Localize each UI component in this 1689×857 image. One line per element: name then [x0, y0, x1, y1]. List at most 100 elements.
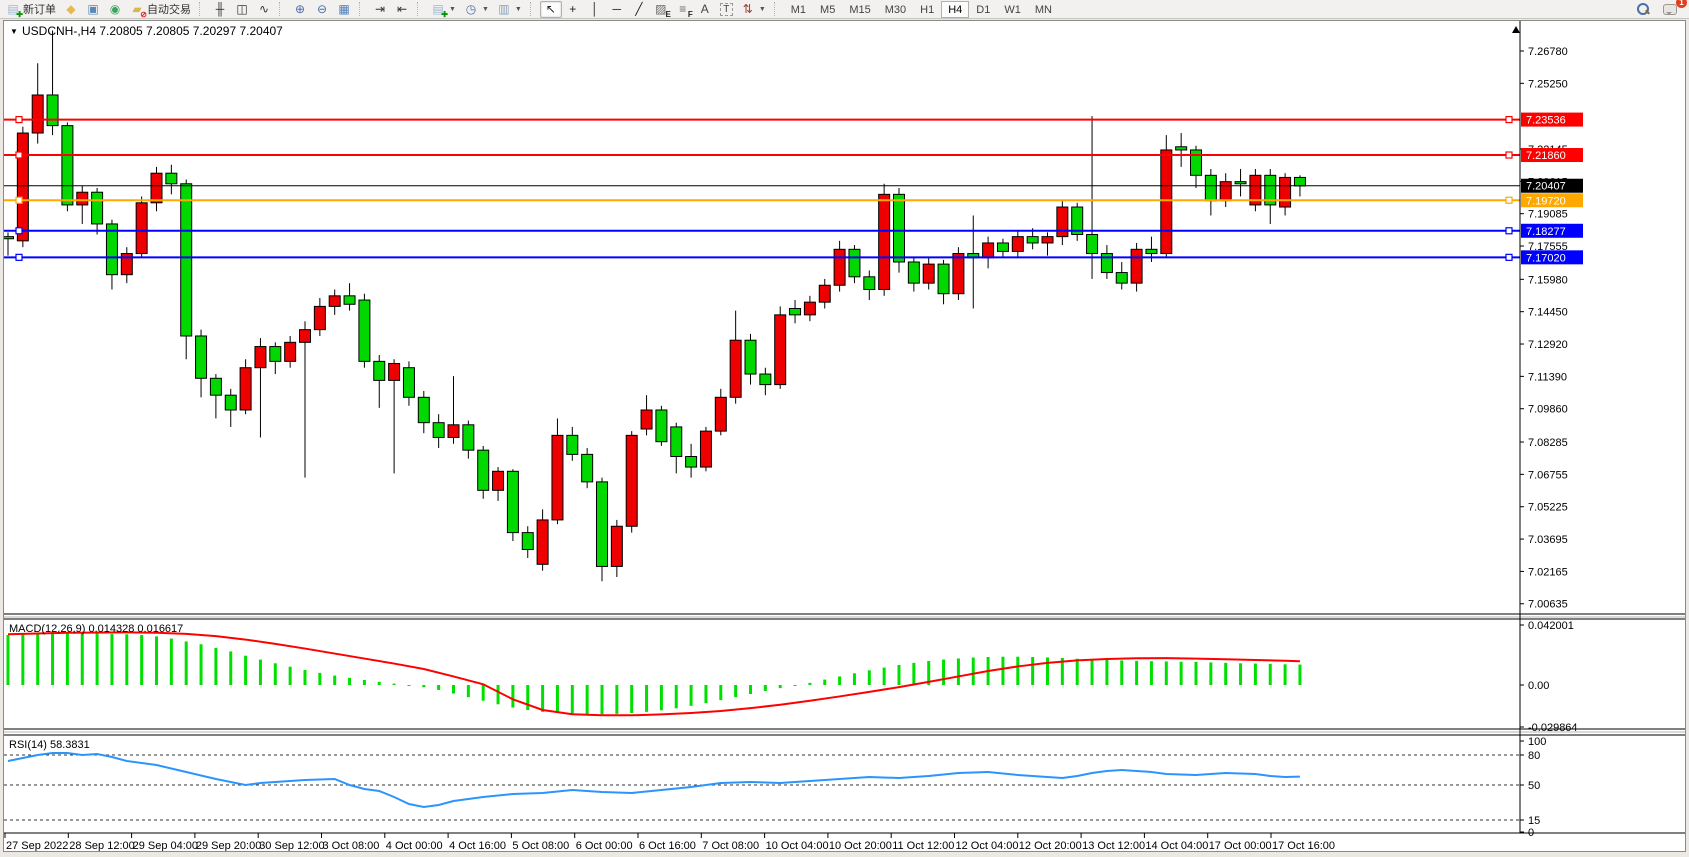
- time-axis: 27 Sep 202228 Sep 12:0029 Sep 04:0029 Se…: [5, 833, 1335, 851]
- timeframe-m30-button[interactable]: M30: [878, 1, 913, 18]
- timeframe-mn-button[interactable]: MN: [1028, 1, 1059, 18]
- svg-text:7.23536: 7.23536: [1526, 115, 1566, 127]
- macd-histogram-bar: [318, 673, 321, 685]
- main-price-pane: [4, 30, 1520, 581]
- notifications-button[interactable]: 1: [1659, 1, 1681, 18]
- chart-canvas[interactable]: 0.0420010.00-0.029864MACD(12,26,9) 0.014…: [4, 21, 1685, 851]
- timeframe-m5-button[interactable]: M5: [813, 1, 842, 18]
- zoom-in-button[interactable]: ⊕: [289, 1, 311, 18]
- horizontal-line-icon: ─: [610, 2, 624, 17]
- trendline-button[interactable]: ╱: [628, 1, 650, 18]
- macd-histogram-bar: [1284, 664, 1287, 685]
- charts-button[interactable]: ▣: [82, 1, 104, 18]
- crosshair-button[interactable]: +: [562, 1, 584, 18]
- candle: [463, 421, 474, 459]
- line-handle: [16, 117, 22, 123]
- candle: [300, 321, 311, 477]
- candle: [760, 368, 771, 395]
- line-handle: [1506, 117, 1512, 123]
- line-chart-button[interactable]: ∿: [253, 1, 275, 18]
- timeframe-h4-button[interactable]: H4: [941, 1, 969, 18]
- chat-bubble-icon: [1663, 4, 1677, 15]
- equidistant-channel-button[interactable]: ▨E: [650, 1, 672, 18]
- candle: [804, 296, 815, 321]
- price-level-badge: 7.17020: [1521, 250, 1583, 264]
- candle: [478, 446, 489, 499]
- line-handle: [16, 152, 22, 158]
- zoom-out-button[interactable]: ⊖: [311, 1, 333, 18]
- macd-histogram-bar: [541, 685, 544, 712]
- time-tick-label: 14 Oct 04:00: [1145, 840, 1208, 851]
- periods-button[interactable]: ◷▼: [460, 1, 493, 18]
- candle: [507, 469, 518, 541]
- horizontal-level-line[interactable]: [4, 152, 1520, 158]
- macd-histogram-bar: [36, 633, 39, 685]
- vertical-line-button[interactable]: │: [584, 1, 606, 18]
- new-order-button[interactable]: ▤✚新订单: [2, 1, 60, 18]
- horizontal-level-line[interactable]: [4, 254, 1520, 260]
- text-button[interactable]: A: [694, 1, 716, 18]
- horizontal-line-button[interactable]: ─: [606, 1, 628, 18]
- fibonacci-button[interactable]: ≡F: [672, 1, 694, 18]
- rsi-tick-label: 80: [1528, 750, 1540, 762]
- autotrading-button[interactable]: ▰⊘自动交易: [126, 1, 195, 18]
- chart-shift-button[interactable]: ⇥: [369, 1, 391, 18]
- candle: [151, 167, 162, 211]
- timeframe-h1-button[interactable]: H1: [913, 1, 941, 18]
- macd-histogram-bar: [274, 663, 277, 685]
- candle: [240, 359, 251, 414]
- macd-histogram-bar: [1135, 661, 1138, 685]
- new-order-icon: ▤✚: [6, 2, 20, 17]
- candle: [834, 241, 845, 292]
- bar-chart-button[interactable]: ╫: [209, 1, 231, 18]
- macd-histogram-bar: [1016, 657, 1019, 685]
- candle: [923, 258, 934, 290]
- candle: [1101, 245, 1112, 279]
- templates-button[interactable]: ▥▼: [493, 1, 526, 18]
- macd-histogram-bar: [185, 641, 188, 685]
- horizontal-level-line[interactable]: [4, 117, 1520, 123]
- macd-histogram-bar: [422, 685, 425, 687]
- horizontal-level-line[interactable]: [4, 228, 1520, 234]
- arrows-button[interactable]: ⇅▼: [737, 1, 770, 18]
- candle: [196, 330, 207, 398]
- candle: [908, 258, 919, 292]
- macd-histogram-bar: [244, 656, 247, 685]
- time-tick-label: 3 Oct 08:00: [323, 840, 380, 851]
- timeframe-d1-button[interactable]: D1: [969, 1, 997, 18]
- price-tick-label: 7.26780: [1528, 46, 1568, 58]
- price-tick-label: 7.02165: [1528, 566, 1568, 578]
- macd-histogram-bar: [407, 685, 410, 686]
- indicators-button[interactable]: ▤✚▼: [427, 1, 460, 18]
- candle: [314, 298, 325, 336]
- highlight-button[interactable]: ◆: [60, 1, 82, 18]
- autotrading-button-label: 自动交易: [147, 1, 191, 17]
- timeframe-m1-button[interactable]: M1: [784, 1, 813, 18]
- chart-autoscroll-button[interactable]: ⇤: [391, 1, 413, 18]
- line-handle: [16, 254, 22, 260]
- price-tick-label: 7.09860: [1528, 404, 1568, 416]
- signals-button[interactable]: ◉: [104, 1, 126, 18]
- macd-histogram-bar: [660, 685, 663, 710]
- timeframe-w1-button[interactable]: W1: [997, 1, 1028, 18]
- price-level-badge: 7.18277: [1521, 224, 1583, 238]
- search-button[interactable]: [1633, 1, 1653, 18]
- macd-histogram-bar: [452, 685, 455, 694]
- price-tick-label: 7.19085: [1528, 209, 1568, 221]
- candlestick-button[interactable]: ◫: [231, 1, 253, 18]
- macd-histogram-bar: [719, 685, 722, 700]
- price-tick-label: 7.15980: [1528, 274, 1568, 286]
- macd-histogram-bar: [81, 633, 84, 685]
- horizontal-level-line[interactable]: [4, 197, 1520, 203]
- chart-title[interactable]: ▼USDCNH-,H4 7.20805 7.20805 7.20297 7.20…: [10, 24, 283, 38]
- candle: [864, 270, 875, 300]
- tile-windows-button[interactable]: ▦: [333, 1, 355, 18]
- chart-window[interactable]: 0.0420010.00-0.029864MACD(12,26,9) 0.014…: [3, 20, 1686, 852]
- macd-histogram-bar: [1091, 659, 1094, 685]
- rsi-tick-label: 15: [1528, 815, 1540, 827]
- cursor-button[interactable]: ↖: [540, 1, 562, 18]
- timeframe-m15-button[interactable]: M15: [842, 1, 877, 18]
- axis-anchor-icon: [1512, 26, 1520, 33]
- text-label-button[interactable]: T: [716, 1, 737, 18]
- symbol-ohlc-title: USDCNH-,H4 7.20805 7.20805 7.20297 7.204…: [22, 24, 283, 38]
